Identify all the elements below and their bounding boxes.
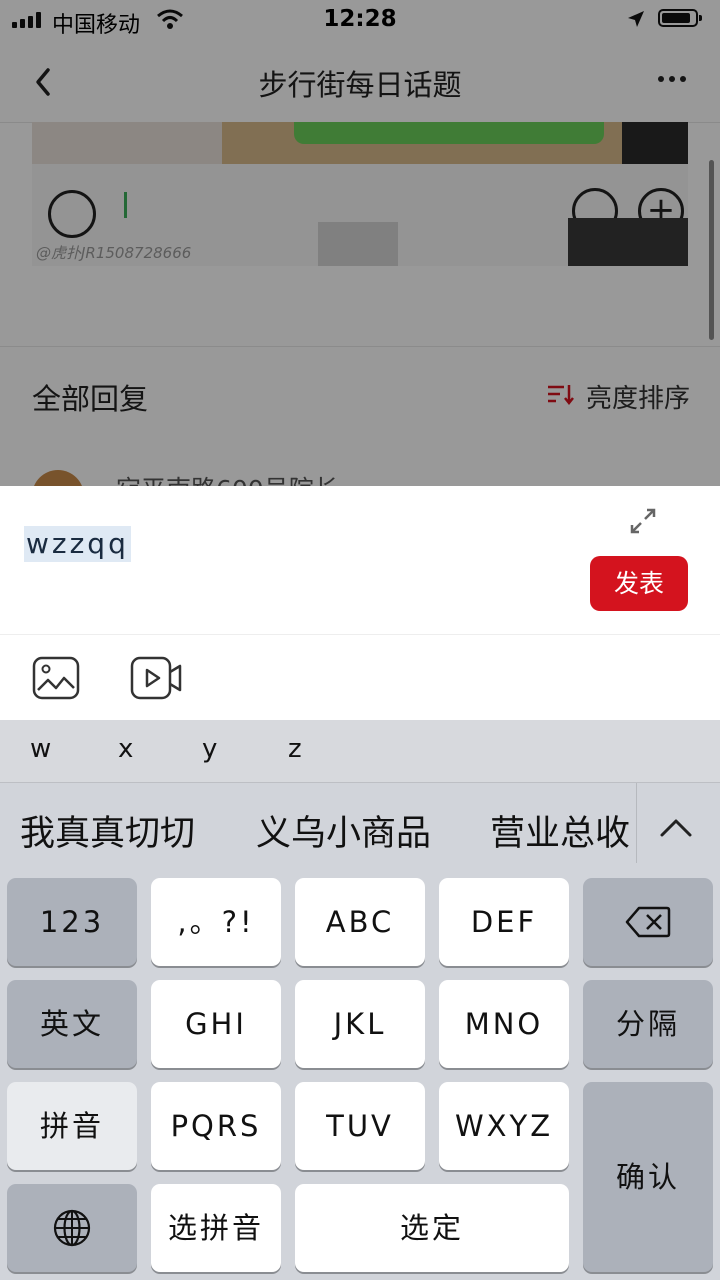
image-icon[interactable] (32, 656, 80, 700)
backspace-icon (625, 906, 671, 938)
pinyin-letter[interactable]: y (202, 734, 217, 764)
key-ghi[interactable]: GHI (151, 980, 281, 1068)
candidate-word[interactable]: 我真真切切 (20, 805, 195, 856)
key-choose[interactable]: 选定 (295, 1184, 569, 1272)
pinyin-letter[interactable]: z (288, 734, 302, 764)
background-page: 中国移动 12:28 步行街每日话题 + @虎扑JR1508728666 全部回… (0, 0, 720, 486)
key-abc[interactable]: ABC (295, 878, 425, 966)
key-confirm[interactable]: 确认 (583, 1082, 713, 1272)
modal-overlay[interactable] (0, 0, 720, 486)
ime-keyboard: w x y z 我真真切切 义乌小商品 营业总收 123 ,。?! ABC DE… (0, 720, 720, 1280)
key-separator[interactable]: 分隔 (583, 980, 713, 1068)
submit-button[interactable]: 发表 (590, 556, 688, 611)
globe-icon (53, 1209, 91, 1247)
reply-composer: wzzqq 发表 (0, 486, 720, 720)
key-123[interactable]: 123 (7, 878, 137, 966)
pinyin-letter[interactable]: w (30, 734, 51, 764)
key-wxyz[interactable]: WXYZ (439, 1082, 569, 1170)
reply-input[interactable]: wzzqq (24, 526, 131, 562)
key-backspace[interactable] (583, 878, 713, 966)
key-english[interactable]: 英文 (7, 980, 137, 1068)
candidate-bar: 我真真切切 义乌小商品 营业总收 (0, 783, 720, 877)
pinyin-letter-row: w x y z (0, 720, 720, 783)
key-punctuation[interactable]: ,。?! (151, 878, 281, 966)
key-pinyin[interactable]: 拼音 (7, 1082, 137, 1170)
pinyin-letter[interactable]: x (118, 734, 133, 764)
key-tuv[interactable]: TUV (295, 1082, 425, 1170)
key-mno[interactable]: MNO (439, 980, 569, 1068)
chevron-up-icon[interactable] (656, 815, 696, 839)
key-choose-pinyin[interactable]: 选拼音 (151, 1184, 281, 1272)
key-pqrs[interactable]: PQRS (151, 1082, 281, 1170)
candidate-word[interactable]: 义乌小商品 (256, 805, 431, 856)
key-jkl[interactable]: JKL (295, 980, 425, 1068)
key-globe[interactable] (7, 1184, 137, 1272)
expand-icon[interactable] (628, 506, 658, 536)
video-icon[interactable] (130, 656, 182, 700)
key-def[interactable]: DEF (439, 878, 569, 966)
candidate-word[interactable]: 营业总收 (490, 805, 630, 856)
